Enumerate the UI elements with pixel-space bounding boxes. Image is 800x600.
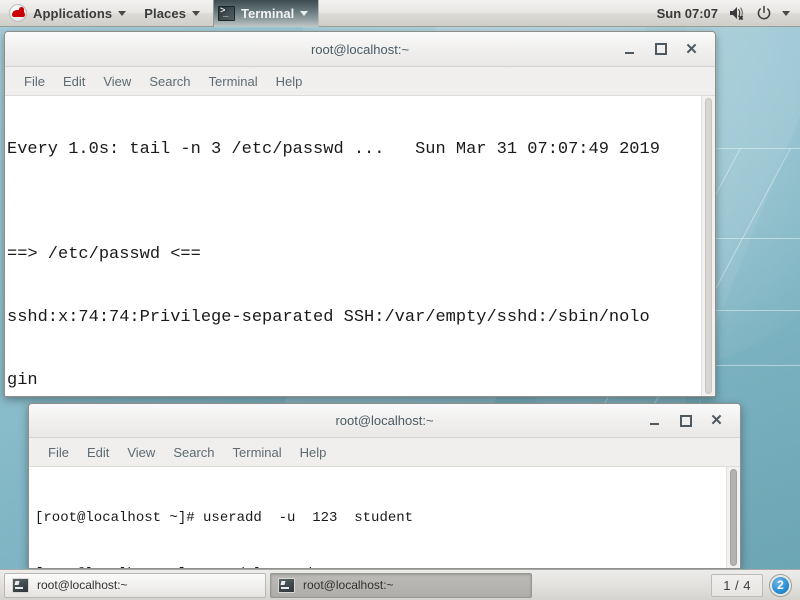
window-2-body: [root@localhost ~]# useradd -u 123 stude… — [29, 467, 740, 568]
terminal-window-2[interactable]: root@localhost:~ ✕ File Edit View Search… — [28, 403, 741, 569]
terminal-line: Every 1.0s: tail -n 3 /etc/passwd ... Su… — [7, 140, 660, 159]
scrollbar-thumb[interactable] — [730, 469, 737, 566]
menu-file[interactable]: File — [39, 442, 78, 463]
window-2-titlebar[interactable]: root@localhost:~ ✕ — [29, 404, 740, 438]
clock[interactable]: Sun 07:07 — [657, 6, 718, 21]
window-1-menubar: File Edit View Search Terminal Help — [5, 67, 715, 96]
menu-search[interactable]: Search — [140, 71, 199, 92]
chevron-down-icon[interactable] — [782, 10, 790, 16]
workspace-badge[interactable]: 2 — [770, 574, 791, 596]
menu-view[interactable]: View — [118, 442, 164, 463]
menu-help[interactable]: Help — [267, 71, 312, 92]
window-2-menubar: File Edit View Search Terminal Help — [29, 438, 740, 467]
applications-menu-label: Applications — [33, 5, 113, 21]
terminal-line: [root@localhost ~]# userdel student — [35, 565, 726, 569]
window-1-titlebar[interactable]: root@localhost:~ ✕ — [5, 32, 715, 67]
terminal-icon — [218, 5, 236, 21]
window-1-body: Every 1.0s: tail -n 3 /etc/passwd ... Su… — [5, 96, 715, 396]
menu-terminal[interactable]: Terminal — [224, 442, 291, 463]
window-1-controls: ✕ — [622, 42, 715, 57]
terminal-line: sshd:x:74:74:Privilege-separated SSH:/va… — [7, 308, 650, 327]
chevron-down-icon — [192, 10, 201, 16]
menu-help[interactable]: Help — [291, 442, 336, 463]
volume-muted-icon[interactable] — [728, 5, 746, 21]
menu-search[interactable]: Search — [164, 442, 223, 463]
scrollbar-thumb[interactable] — [705, 98, 712, 394]
chevron-down-icon — [300, 10, 309, 16]
minimize-button[interactable] — [647, 413, 662, 428]
terminal-1-scrollbar[interactable] — [701, 96, 715, 396]
terminal-1-screen[interactable]: Every 1.0s: tail -n 3 /etc/passwd ... Su… — [5, 96, 701, 396]
places-menu-label: Places — [144, 5, 187, 21]
workspace-switcher[interactable]: 1 / 4 — [711, 573, 763, 597]
terminal-line: [root@localhost ~]# useradd -u 123 stude… — [35, 510, 414, 526]
close-button[interactable]: ✕ — [709, 413, 724, 428]
menu-edit[interactable]: Edit — [54, 71, 94, 92]
window-2-controls: ✕ — [647, 413, 740, 428]
top-panel: Applications Places Terminal Sun 07:07 — [0, 0, 800, 27]
desktop: Applications Places Terminal Sun 07:07 — [0, 0, 800, 600]
applications-menu[interactable]: Applications — [0, 0, 135, 27]
terminal-icon — [278, 577, 295, 593]
chevron-down-icon — [118, 10, 127, 16]
taskbar-item-label: root@localhost:~ — [303, 578, 394, 592]
redhat-logo-icon — [9, 4, 27, 22]
menu-edit[interactable]: Edit — [78, 442, 118, 463]
terminal-icon — [12, 577, 29, 593]
taskbar-item-terminal-2[interactable]: root@localhost:~ — [270, 572, 532, 598]
window-2-title: root@localhost:~ — [335, 413, 434, 428]
terminal-line: gin — [7, 371, 38, 390]
panel-status-area: Sun 07:07 — [657, 5, 800, 21]
terminal-2-screen[interactable]: [root@localhost ~]# useradd -u 123 stude… — [29, 467, 726, 568]
active-window-label: Terminal — [241, 5, 295, 21]
taskbar: root@localhost:~ root@localhost:~ 1 / 4 … — [0, 569, 800, 600]
menu-file[interactable]: File — [15, 71, 54, 92]
places-menu[interactable]: Places — [135, 0, 209, 27]
terminal-line: ==> /etc/passwd <== — [7, 245, 201, 264]
close-button[interactable]: ✕ — [684, 42, 699, 57]
terminal-2-scrollbar[interactable] — [726, 467, 740, 568]
taskbar-item-terminal-1[interactable]: root@localhost:~ — [4, 572, 266, 598]
maximize-button[interactable] — [678, 413, 693, 428]
menu-terminal[interactable]: Terminal — [200, 71, 267, 92]
power-icon[interactable] — [756, 5, 772, 21]
active-window-menu[interactable]: Terminal — [213, 0, 320, 27]
terminal-window-1[interactable]: root@localhost:~ ✕ File Edit View Search… — [4, 31, 716, 397]
taskbar-status-area: 1 / 4 2 — [711, 573, 796, 597]
menu-view[interactable]: View — [94, 71, 140, 92]
minimize-button[interactable] — [622, 42, 637, 57]
maximize-button[interactable] — [653, 42, 668, 57]
taskbar-item-label: root@localhost:~ — [37, 578, 128, 592]
window-1-title: root@localhost:~ — [310, 41, 410, 57]
